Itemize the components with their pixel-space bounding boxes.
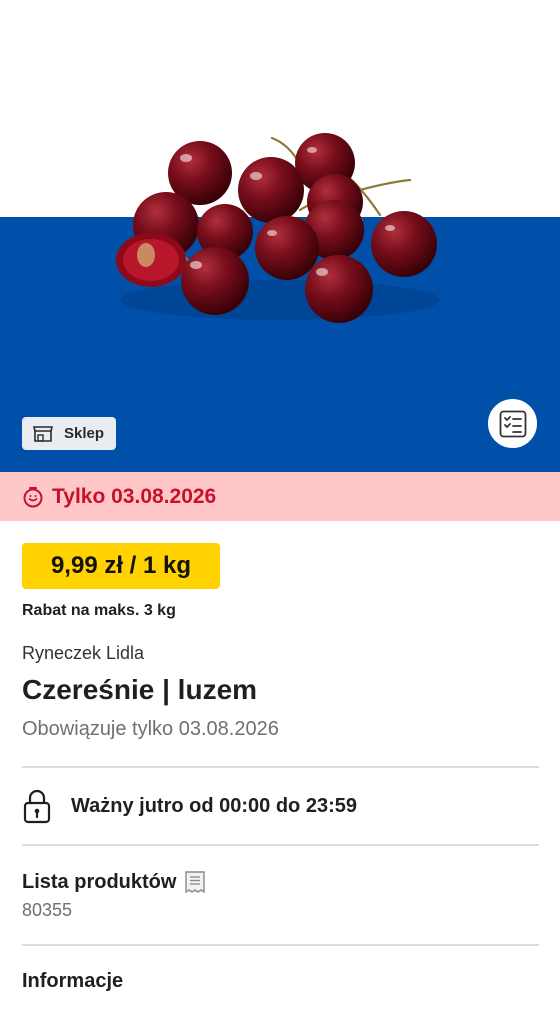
add-to-list-button[interactable] xyxy=(486,397,539,450)
information-section-title[interactable]: Informacje xyxy=(22,970,123,993)
lock-icon xyxy=(23,789,51,824)
timer-icon xyxy=(23,486,43,507)
availability-text: Ważny jutro od 00:00 do 23:59 xyxy=(71,794,357,817)
receipt-icon xyxy=(185,871,206,894)
product-list-number: 80355 xyxy=(22,900,73,920)
product-title: Czereśnie | luzem xyxy=(22,674,258,705)
price-tag: 9,99 zł / 1 kg xyxy=(22,543,220,589)
product-list-header[interactable]: Lista produktów xyxy=(22,869,208,895)
product-hero: Sklep xyxy=(0,0,560,472)
store-icon xyxy=(32,425,54,442)
cherries-image xyxy=(116,133,440,323)
limited-offer-bar: Tylko 03.08.2026 xyxy=(0,472,560,521)
price-label: 9,99 zł / 1 kg xyxy=(50,552,192,579)
store-badge-label: Sklep xyxy=(64,425,105,442)
discount-note: Rabat na maks. 3 kg xyxy=(22,602,176,619)
store-badge[interactable]: Sklep xyxy=(22,417,117,450)
product-brand: Ryneczek Lidla xyxy=(22,643,145,663)
offer-date-text: Tylko 03.08.2026 xyxy=(52,484,217,508)
availability-row: Ważny jutro od 00:00 do 23:59 xyxy=(22,786,357,826)
divider xyxy=(22,944,539,946)
product-list-title: Lista produktów xyxy=(22,870,177,893)
checklist-icon xyxy=(499,410,526,437)
offer-validity: Obowiązuje tylko 03.08.2026 xyxy=(22,718,279,740)
divider xyxy=(22,766,539,768)
divider xyxy=(22,844,539,846)
